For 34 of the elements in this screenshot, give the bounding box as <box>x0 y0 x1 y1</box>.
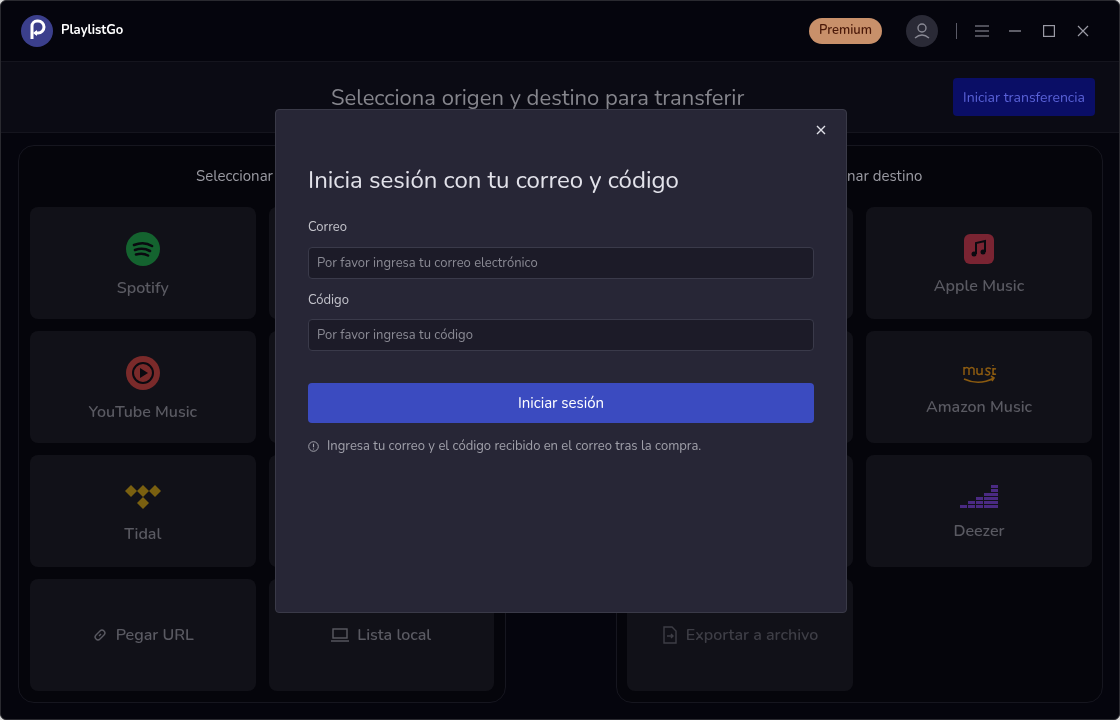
close-icon[interactable] <box>1077 25 1089 37</box>
play-circle-icon <box>125 356 160 390</box>
maximize-icon[interactable] <box>1043 25 1055 37</box>
service-card[interactable]: Tidal <box>30 455 256 567</box>
file-export-icon <box>661 626 678 644</box>
user-avatar-icon[interactable] <box>906 15 938 47</box>
app-logo-icon <box>21 15 53 47</box>
start-transfer-button[interactable]: Iniciar transferencia <box>953 78 1095 116</box>
music-note-icon <box>964 234 994 264</box>
spotify-icon <box>125 232 160 266</box>
field-label: Correo <box>308 218 347 238</box>
field-label: Código <box>308 290 349 310</box>
service-card[interactable]: Pegar URL <box>30 579 256 691</box>
premium-button[interactable]: Premium <box>808 18 882 44</box>
menu-icon[interactable] <box>975 25 989 37</box>
service-card[interactable]: Spotify <box>30 207 256 319</box>
equalizer-bars-icon <box>960 485 998 509</box>
service-card[interactable]: Amazon Music <box>866 331 1092 443</box>
link-icon <box>91 627 108 643</box>
input-field[interactable]: Por favor ingresa tu correo electrónico <box>308 246 814 279</box>
hint-text: Ingresa tu correo y el código recibido en el correo tras la compra. <box>327 437 702 457</box>
info-icon <box>308 441 319 453</box>
panel-heading: Seleccionar <box>196 166 273 187</box>
service-card[interactable]: Apple Music <box>866 207 1092 319</box>
service-card[interactable]: YouTube Music <box>30 331 256 443</box>
app-name: PlaylistGo <box>61 21 124 41</box>
diamonds-icon <box>124 482 161 512</box>
laptop-icon <box>331 627 350 643</box>
dialog-title: Inicia sesión con tu correo y código <box>308 164 679 196</box>
panel-heading: nar destino <box>847 166 923 187</box>
service-card[interactable]: Deezer <box>866 455 1092 567</box>
page-title: Selecciona origen y destino para transferir <box>331 82 745 115</box>
login-button[interactable]: Iniciar sesión <box>308 383 814 423</box>
input-field[interactable]: Por favor ingresa tu código <box>308 319 814 351</box>
